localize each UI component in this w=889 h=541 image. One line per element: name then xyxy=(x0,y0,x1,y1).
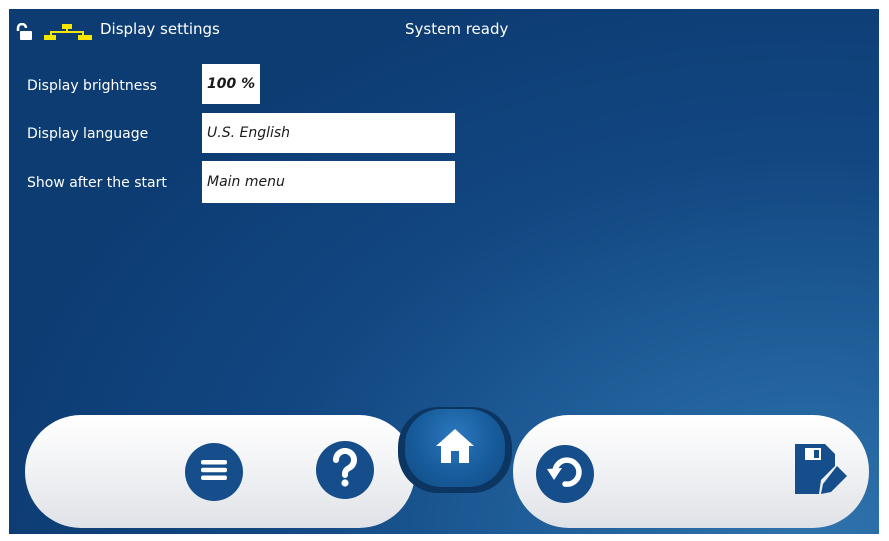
menu-button[interactable] xyxy=(185,443,243,501)
help-icon xyxy=(330,447,360,492)
start-screen-field[interactable]: Main menu xyxy=(202,161,455,203)
save-edit-icon xyxy=(791,442,853,500)
save-button[interactable] xyxy=(789,443,855,499)
home-button[interactable] xyxy=(405,409,505,487)
start-screen-label: Show after the start xyxy=(27,175,167,191)
status-text: System ready xyxy=(405,20,509,38)
language-label: Display language xyxy=(27,126,149,142)
home-icon xyxy=(433,427,477,469)
unlocked-padlock-icon[interactable] xyxy=(15,22,33,41)
brightness-label: Display brightness xyxy=(27,78,157,94)
undo-button[interactable] xyxy=(536,445,594,503)
menu-icon xyxy=(199,458,229,486)
brightness-field[interactable]: 100 % xyxy=(202,64,260,104)
language-field[interactable]: U.S. English xyxy=(202,113,455,153)
header-bar: Display settings System ready xyxy=(9,9,879,51)
page-title: Display settings xyxy=(100,20,220,38)
display-settings-screen: Display settings System ready Display br… xyxy=(9,9,879,534)
undo-icon xyxy=(545,452,585,496)
network-topology-icon xyxy=(40,24,96,40)
help-button[interactable] xyxy=(316,441,374,499)
